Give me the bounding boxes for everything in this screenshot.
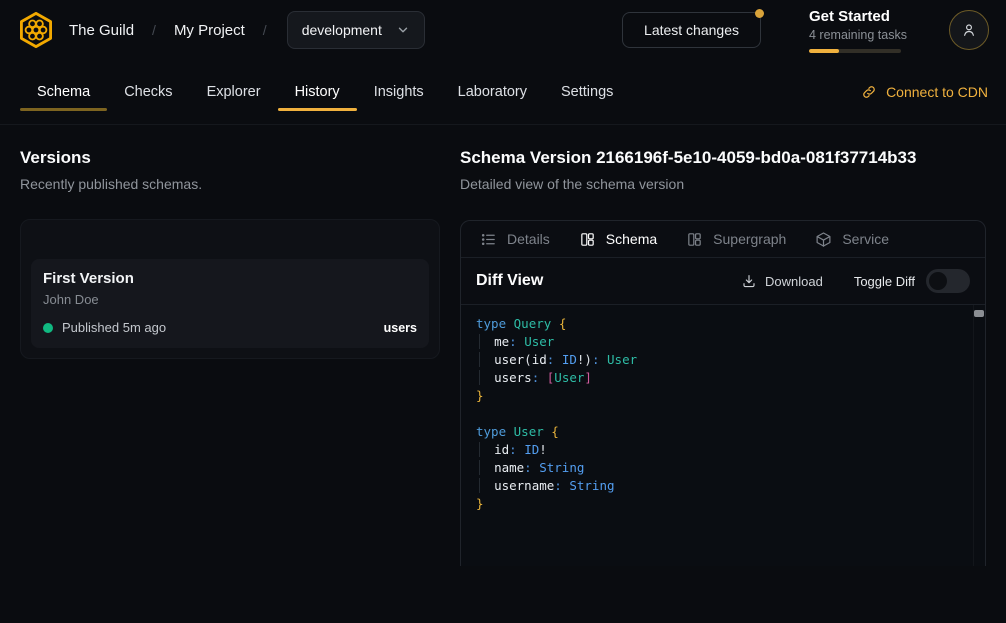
version-detail-subtitle: Detailed view of the schema version [460, 176, 986, 192]
detail-tab-label: Schema [606, 231, 657, 247]
get-started-title: Get Started [809, 8, 901, 25]
app-header: The Guild / My Project / development Lat… [0, 0, 1006, 60]
versions-subtitle: Recently published schemas. [20, 176, 440, 192]
download-icon [741, 273, 757, 289]
target-selector-value: development [302, 22, 382, 38]
toggle-diff-knob [929, 272, 947, 290]
nav-tab-label: Settings [561, 84, 613, 100]
nav-tab-label: Laboratory [458, 84, 527, 100]
breadcrumb-org[interactable]: The Guild [69, 22, 134, 39]
breadcrumb-separator: / [263, 22, 267, 38]
versions-panel: Versions Recently published schemas. Fir… [0, 125, 460, 623]
version-meta-row: Published 5m ago users [43, 320, 417, 335]
hive-logo-icon[interactable] [16, 10, 56, 50]
version-service-badge: users [384, 321, 417, 335]
published-status-dot [43, 323, 53, 333]
get-started-progress-fill [809, 49, 839, 53]
version-author: John Doe [43, 292, 417, 307]
nav-tab-laboratory[interactable]: Laboratory [441, 60, 544, 124]
diff-view-title: Diff View [476, 272, 543, 290]
columns-icon [686, 231, 703, 248]
detail-tab-label: Service [842, 231, 889, 247]
version-detail-panel: Schema Version 2166196f-5e10-4059-bd0a-0… [460, 125, 986, 623]
version-detail-card: Details Schema Supergraph Service Diff View… [460, 220, 986, 566]
toggle-diff-switch[interactable] [926, 269, 970, 293]
main-nav-tabs: Schema Checks Explorer History Insights Labor… [20, 60, 630, 124]
code-line [476, 405, 961, 423]
code-line: type User { [476, 423, 961, 441]
nav-tab-label: History [295, 84, 340, 100]
toggle-diff-label: Toggle Diff [854, 274, 915, 289]
notification-dot [755, 9, 764, 18]
code-line: me: User [476, 333, 961, 351]
nav-tab-schema[interactable]: Schema [20, 60, 107, 124]
download-label: Download [765, 274, 823, 289]
connect-to-cdn-label: Connect to CDN [886, 84, 988, 100]
version-list-item[interactable]: First Version John Doe Published 5m ago … [31, 259, 429, 348]
code-line: username: String [476, 477, 961, 495]
nav-tab-checks[interactable]: Checks [107, 60, 189, 124]
nav-tab-label: Explorer [207, 84, 261, 100]
user-avatar[interactable] [949, 10, 989, 50]
code-scrollbar [973, 305, 985, 566]
version-status: Published 5m ago [62, 320, 166, 335]
get-started-progress-bar [809, 49, 901, 53]
code-line: } [476, 387, 961, 405]
chevron-down-icon [396, 23, 410, 37]
columns-icon [579, 231, 596, 248]
schema-code-viewer: type Query { me: User user(id: ID!): Use… [461, 305, 985, 566]
nav-tab-underline [20, 108, 107, 111]
detail-tab-schema[interactable]: Schema [579, 231, 657, 248]
detail-tab-service[interactable]: Service [815, 231, 889, 248]
target-selector-dropdown[interactable]: development [287, 11, 425, 49]
version-title: First Version [43, 270, 417, 287]
cube-icon [815, 231, 832, 248]
detail-tab-label: Details [507, 231, 550, 247]
nav-tab-settings[interactable]: Settings [544, 60, 630, 124]
latest-changes-label: Latest changes [644, 22, 739, 38]
version-detail-title: Schema Version 2166196f-5e10-4059-bd0a-0… [460, 148, 986, 168]
download-button[interactable]: Download [741, 273, 823, 289]
breadcrumb: The Guild / My Project / [69, 22, 267, 39]
code-line: type Query { [476, 315, 961, 333]
main-navigation: Schema Checks Explorer History Insights Labor… [0, 60, 1006, 125]
breadcrumb-separator: / [152, 22, 156, 38]
detail-tabs: Details Schema Supergraph Service [461, 221, 985, 258]
code-block: type Query { me: User user(id: ID!): Use… [476, 315, 961, 513]
detail-tab-supergraph[interactable]: Supergraph [686, 231, 786, 248]
connect-to-cdn-link[interactable]: Connect to CDN [861, 84, 988, 100]
list-icon [480, 231, 497, 248]
nav-tab-label: Schema [37, 84, 90, 100]
person-icon [960, 21, 978, 39]
versions-list: First Version John Doe Published 5m ago … [20, 219, 440, 359]
diff-view-actions: Download Toggle Diff [741, 269, 970, 293]
latest-changes-button[interactable]: Latest changes [622, 12, 761, 48]
code-scrollbar-thumb[interactable] [974, 310, 984, 317]
breadcrumb-project[interactable]: My Project [174, 22, 245, 39]
code-line: user(id: ID!): User [476, 351, 961, 369]
nav-tab-label: Checks [124, 84, 172, 100]
detail-tab-details[interactable]: Details [480, 231, 550, 248]
get-started-widget[interactable]: Get Started 4 remaining tasks [809, 8, 901, 53]
versions-title: Versions [20, 148, 440, 168]
detail-tab-label: Supergraph [713, 231, 786, 247]
nav-tab-label: Insights [374, 84, 424, 100]
link-chain-icon [861, 84, 877, 100]
main-content: Versions Recently published schemas. Fir… [0, 125, 1006, 623]
diff-view-header: Diff View Download Toggle Diff [461, 258, 985, 305]
code-line: users: [User] [476, 369, 961, 387]
get-started-subtitle: 4 remaining tasks [809, 28, 901, 42]
code-line: } [476, 495, 961, 513]
code-line: name: String [476, 459, 961, 477]
nav-tab-insights[interactable]: Insights [357, 60, 441, 124]
code-line: id: ID! [476, 441, 961, 459]
nav-tab-explorer[interactable]: Explorer [190, 60, 278, 124]
nav-tab-history[interactable]: History [278, 60, 357, 124]
nav-tab-underline [278, 108, 357, 111]
